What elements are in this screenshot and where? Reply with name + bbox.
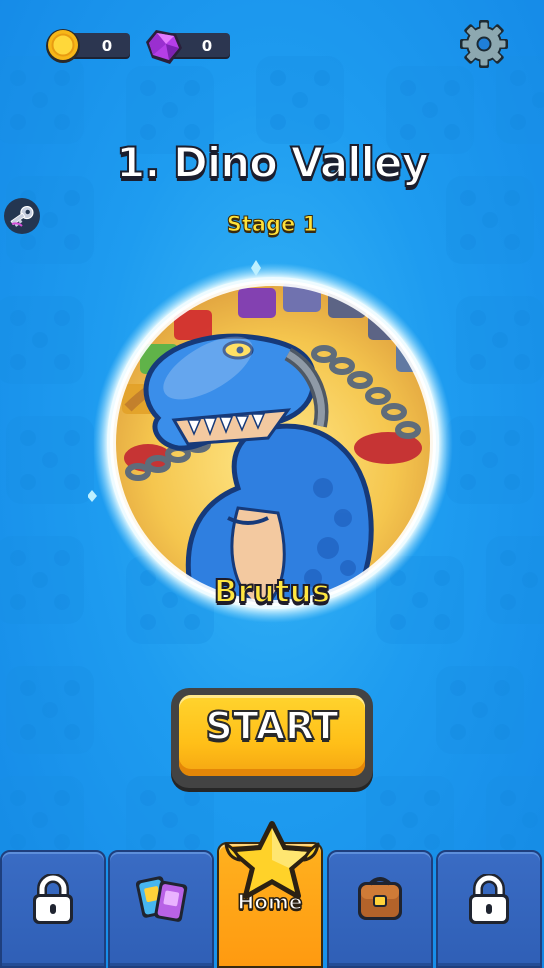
gem-counter[interactable]: 0 <box>144 24 230 68</box>
cards-icon <box>135 876 188 922</box>
nav-tab-inventory[interactable] <box>327 850 433 968</box>
lock-icon <box>469 874 509 924</box>
start-button-label: START <box>204 703 339 749</box>
nav-tab-cards[interactable] <box>108 850 214 968</box>
currency-hud: 0 0 <box>44 24 230 68</box>
backpack-icon <box>358 877 402 920</box>
purple-gem-icon <box>146 30 182 64</box>
start-button[interactable]: START <box>171 688 373 788</box>
nav-tab-locked-2[interactable] <box>436 850 542 968</box>
boss-name: Brutus <box>213 573 331 611</box>
gold-coin-icon <box>46 29 80 63</box>
gear-icon[interactable] <box>458 18 510 70</box>
nav-tab-locked-1[interactable] <box>0 850 106 968</box>
stage-label: Stage 1 <box>226 212 318 237</box>
star-icon <box>224 821 320 899</box>
lock-icon <box>33 874 73 924</box>
boss-portrait[interactable] <box>88 258 458 628</box>
level-title: 1. Dino Valley <box>115 137 430 188</box>
coin-counter[interactable]: 0 <box>44 24 130 68</box>
